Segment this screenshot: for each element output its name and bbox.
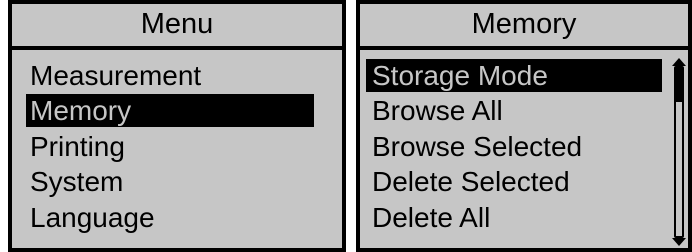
menu-title: Menu: [140, 8, 214, 40]
title-divider: [12, 46, 342, 50]
scrollbar[interactable]: [672, 58, 686, 246]
menu-item-printing[interactable]: Printing: [26, 130, 314, 163]
title-divider: [360, 46, 688, 50]
scroll-down-arrow-icon[interactable]: [672, 238, 686, 246]
menu-item-memory[interactable]: Memory: [26, 94, 314, 127]
menu-screen: Menu Measurement Memory Printing System …: [8, 0, 346, 252]
menu-item-language[interactable]: Language: [26, 201, 314, 234]
memory-title: Memory: [471, 8, 577, 40]
scrollbar-thumb[interactable]: [676, 68, 682, 102]
memory-screen: Memory Storage Mode Browse All Browse Se…: [356, 0, 692, 252]
menu-item-system[interactable]: System: [26, 165, 314, 198]
memory-item-storage-mode[interactable]: Storage Mode: [366, 59, 662, 92]
memory-item-delete-selected[interactable]: Delete Selected: [366, 165, 662, 198]
memory-item-browse-selected[interactable]: Browse Selected: [366, 130, 662, 163]
scroll-up-arrow-icon[interactable]: [672, 58, 686, 66]
memory-item-delete-all[interactable]: Delete All: [366, 201, 662, 234]
scrollbar-track[interactable]: [674, 66, 684, 238]
memory-item-browse-all[interactable]: Browse All: [366, 94, 662, 127]
menu-item-measurement[interactable]: Measurement: [26, 59, 314, 92]
